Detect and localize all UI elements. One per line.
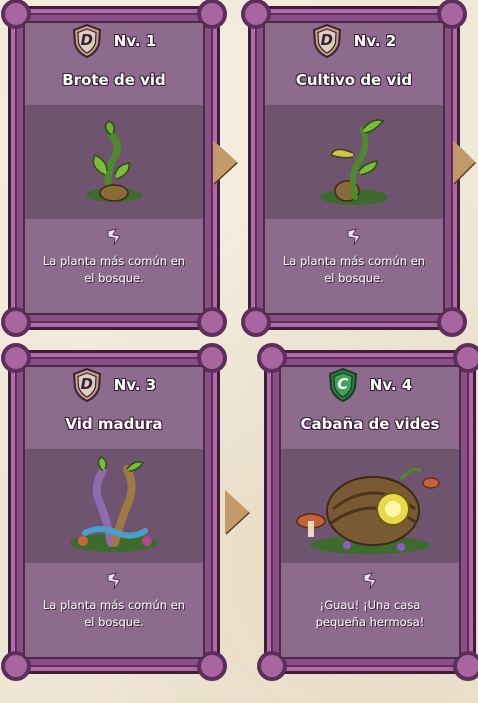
glyph-icon	[360, 571, 380, 591]
card-header: D Nv. 2	[251, 23, 457, 59]
glyph-icon	[104, 227, 124, 247]
card-header: D Nv. 3	[11, 367, 217, 403]
level-label: Nv. 1	[113, 32, 157, 50]
card-level-1[interactable]: D Nv. 1 Brote de vid La planta más común…	[1, 0, 227, 337]
glyph-icon	[104, 571, 124, 591]
grade-letter: D	[80, 31, 93, 49]
card-level-2[interactable]: D Nv. 2 Cultivo de vid La planta más com…	[241, 0, 467, 337]
description-line: La planta más común en	[42, 254, 186, 268]
description-line: pequeña hermosa!	[315, 615, 425, 629]
card-name: Cabaña de vides	[300, 415, 440, 433]
card-header: C Nv. 4	[267, 367, 473, 403]
card-art	[25, 449, 203, 563]
card-art	[265, 105, 443, 219]
card-name: Brote de vid	[62, 71, 166, 89]
description-line: ¡Guau! ¡Una casa	[319, 598, 421, 612]
card-description: La planta más común en el bosque.	[25, 253, 203, 287]
grade-shield-icon: C	[328, 368, 358, 402]
description-line: el bosque.	[324, 271, 384, 285]
next-arrow-icon	[225, 490, 249, 534]
card-name: Cultivo de vid	[295, 71, 413, 89]
card-art	[25, 105, 203, 219]
level-label: Nv. 3	[113, 376, 157, 394]
card-level-4[interactable]: C Nv. 4 Cabaña de vides ¡Guau! ¡Una casa…	[257, 343, 478, 681]
card-level-3[interactable]: D Nv. 3 Vid madura La planta más común e…	[1, 343, 227, 681]
description-line: La planta más común en	[42, 598, 186, 612]
card-description: ¡Guau! ¡Una casa pequeña hermosa!	[281, 597, 459, 631]
next-arrow-icon	[453, 140, 475, 184]
glyph-icon	[344, 227, 364, 247]
level-label: Nv. 4	[369, 376, 413, 394]
description-line: el bosque.	[84, 615, 144, 629]
grade-letter: D	[320, 31, 333, 49]
grade-letter: C	[337, 375, 349, 393]
card-art	[281, 449, 459, 563]
card-header: D Nv. 1	[11, 23, 217, 59]
card-description: La planta más común en el bosque.	[265, 253, 443, 287]
description-line: La planta más común en	[282, 254, 426, 268]
next-arrow-icon	[213, 140, 237, 184]
grade-letter: D	[80, 375, 93, 393]
grade-shield-icon: D	[72, 24, 102, 58]
description-line: el bosque.	[84, 271, 144, 285]
grade-shield-icon: D	[72, 368, 102, 402]
grade-shield-icon: D	[312, 24, 342, 58]
level-label: Nv. 2	[353, 32, 397, 50]
card-description: La planta más común en el bosque.	[25, 597, 203, 631]
card-name: Vid madura	[65, 415, 163, 433]
